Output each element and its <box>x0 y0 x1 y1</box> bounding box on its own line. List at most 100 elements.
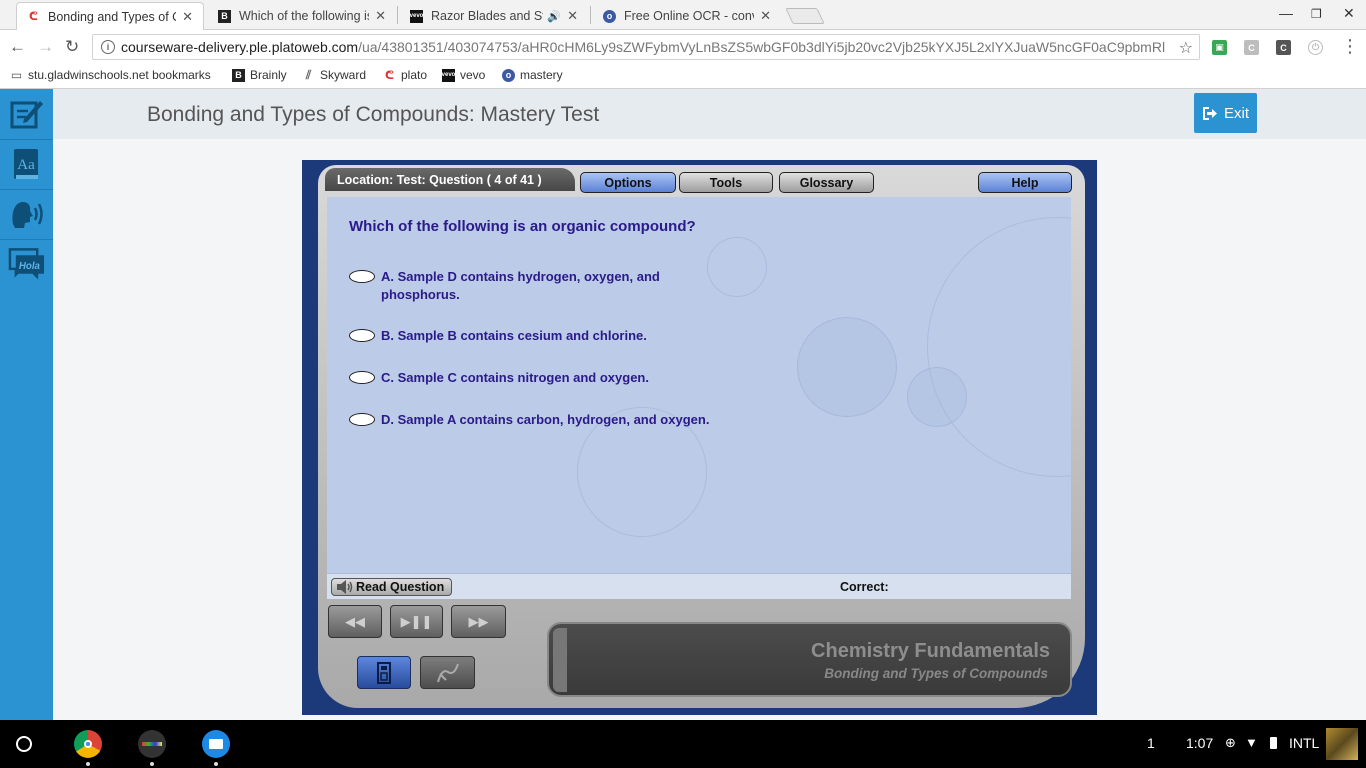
keyboard-layout[interactable]: INTL <box>1289 735 1319 751</box>
battery-icon <box>1270 737 1277 749</box>
tab-bonding[interactable]: ᕦ Bonding and Types of Co ✕ <box>16 2 204 30</box>
choice-a-radio[interactable] <box>349 270 375 283</box>
notes-button[interactable] <box>8 94 45 131</box>
read-question-label: Read Question <box>356 580 445 594</box>
graph-tool-icon <box>436 663 459 682</box>
url-path: /ua/43801351/403074753/aHR0cHM6Ly9sZWFyb… <box>358 39 1166 55</box>
tools-sidebar: Aa Hola <box>0 89 53 720</box>
read-aloud-icon <box>11 201 43 228</box>
tab-title: Which of the following is <box>239 9 370 23</box>
close-icon[interactable]: ✕ <box>375 8 386 24</box>
site-info-icon[interactable]: i <box>101 40 115 54</box>
rewind-button[interactable]: ◀◀ <box>328 605 382 638</box>
play-pause-button[interactable]: ▶❚❚ <box>390 605 443 638</box>
close-icon[interactable]: ✕ <box>760 8 771 24</box>
close-icon[interactable]: ✕ <box>567 8 578 24</box>
choice-a-text[interactable]: A. Sample D contains hydrogen, oxygen, a… <box>381 268 711 304</box>
graph-tool-button[interactable] <box>420 656 475 689</box>
read-question-button[interactable]: Read Question <box>331 578 452 596</box>
launcher-icon[interactable] <box>16 736 32 752</box>
wifi-icon: ▼ <box>1245 735 1258 750</box>
address-bar[interactable]: i courseware-delivery.ple.platoweb.com/u… <box>92 34 1200 60</box>
choice-a[interactable]: A. Sample D contains hydrogen, oxygen, a… <box>349 268 711 304</box>
glossary-button[interactable]: Glossary <box>779 172 874 193</box>
course-title: Chemistry Fundamentals <box>811 640 1050 662</box>
close-icon[interactable]: ✕ <box>182 9 193 25</box>
extension-c-icon[interactable]: C <box>1244 40 1259 55</box>
dictionary-button[interactable]: Aa <box>8 145 45 182</box>
molecule-decoration <box>927 217 1071 477</box>
choice-b-text[interactable]: B. Sample B contains cesium and chlorine… <box>381 327 711 345</box>
notification-count[interactable]: 1 <box>1147 735 1155 751</box>
extension-c-dark-icon[interactable]: C <box>1276 40 1291 55</box>
course-panel-edge <box>553 628 567 692</box>
dictionary-aa: Aa <box>17 157 35 173</box>
new-tab-button[interactable] <box>785 8 825 24</box>
vevo-favicon-icon: vevo <box>410 9 423 23</box>
choice-d[interactable]: D. Sample A contains carbon, hydrogen, a… <box>349 411 711 429</box>
running-indicator <box>86 762 90 766</box>
course-subtitle: Bonding and Types of Compounds <box>824 666 1048 681</box>
choice-b[interactable]: B. Sample B contains cesium and chlorine… <box>349 327 711 345</box>
folder-glyph <box>209 739 223 749</box>
upload-icon: ⊕ <box>1225 735 1236 750</box>
bookmark-mastery[interactable]: o mastery <box>502 68 563 82</box>
forward-arrow-icon[interactable]: → <box>37 37 54 57</box>
tab-title: Razor Blades and Ste <box>431 9 544 23</box>
extension-power-icon[interactable]: ⏻ <box>1308 40 1323 55</box>
os-taskbar: 1 1:07 ⊕ ▼ INTL <box>0 720 1366 768</box>
bookmark-label: vevo <box>460 68 486 82</box>
bookmark-label: stu.gladwinschools.net bookmarks <box>28 68 211 82</box>
mastery-icon: o <box>502 68 515 82</box>
media-app-stripes <box>142 742 162 746</box>
reload-icon[interactable]: ↻ <box>65 37 79 57</box>
bookmark-brainly[interactable]: B Brainly <box>232 68 287 82</box>
tab-which-of-the-following[interactable]: B Which of the following is ✕ <box>208 2 396 30</box>
menu-kebab-icon[interactable]: ⋮ <box>1341 36 1359 57</box>
play-pause-icon: ▶❚❚ <box>400 613 433 629</box>
speaker-icon[interactable]: 🔊 <box>547 10 561 23</box>
fast-forward-button[interactable]: ▶▶ <box>451 605 506 638</box>
tab-title: Free Online OCR - conve <box>624 9 755 23</box>
bookmark-plato[interactable]: ᕦ plato <box>383 68 427 82</box>
choice-c[interactable]: C. Sample C contains nitrogen and oxygen… <box>349 369 711 387</box>
speaker-icon <box>337 580 353 594</box>
tools-button[interactable]: Tools <box>679 172 773 193</box>
url-host: courseware-delivery.ple.platoweb.com <box>121 39 359 55</box>
tab-separator <box>590 6 591 24</box>
translate-button[interactable]: Hola <box>8 245 45 282</box>
window-close-icon[interactable]: ✕ <box>1343 5 1355 22</box>
choice-c-radio[interactable] <box>349 371 375 384</box>
tab-razor-blades[interactable]: vevo Razor Blades and Ste 🔊 ✕ <box>400 2 588 30</box>
fast-forward-icon: ▶▶ <box>468 613 489 629</box>
running-indicator <box>150 762 154 766</box>
bookmark-skyward[interactable]: ⫽ Skyward <box>302 67 366 83</box>
read-aloud-button[interactable] <box>8 195 45 232</box>
user-avatar[interactable] <box>1326 728 1358 760</box>
classroom-extension-icon[interactable]: ▣ <box>1212 40 1227 55</box>
bookmark-label: plato <box>401 68 428 82</box>
tab-separator <box>397 6 398 24</box>
choice-d-radio[interactable] <box>349 413 375 426</box>
chrome-center <box>84 740 92 748</box>
help-button[interactable]: Help <box>978 172 1072 193</box>
tab-free-online-ocr[interactable]: o Free Online OCR - conve ✕ <box>593 2 781 30</box>
back-arrow-icon[interactable]: ← <box>9 37 26 57</box>
bookmark-vevo[interactable]: vevo vevo <box>442 68 486 82</box>
choice-c-text[interactable]: C. Sample C contains nitrogen and oxygen… <box>381 369 711 387</box>
bookmark-label: mastery <box>520 68 563 82</box>
exit-button[interactable]: Exit <box>1194 93 1257 133</box>
minimize-icon[interactable]: — <box>1279 5 1293 21</box>
options-button[interactable]: Options <box>580 172 676 193</box>
rewind-icon: ◀◀ <box>345 613 365 629</box>
restore-icon[interactable]: ❐ <box>1311 7 1322 21</box>
calculator-button[interactable] <box>357 656 411 689</box>
question-text: Which of the following is an organic com… <box>349 218 696 235</box>
bookmark-folder-stu[interactable]: ▭ stu.gladwinschools.net bookmarks <box>10 68 211 82</box>
choice-d-text[interactable]: D. Sample A contains carbon, hydrogen, a… <box>381 411 711 429</box>
skyward-icon: ⫽ <box>305 67 312 82</box>
clock[interactable]: 1:07 <box>1186 735 1213 751</box>
bookmark-star-icon[interactable]: ☆ <box>1174 38 1193 58</box>
choice-b-radio[interactable] <box>349 329 375 342</box>
running-indicator <box>214 762 218 766</box>
